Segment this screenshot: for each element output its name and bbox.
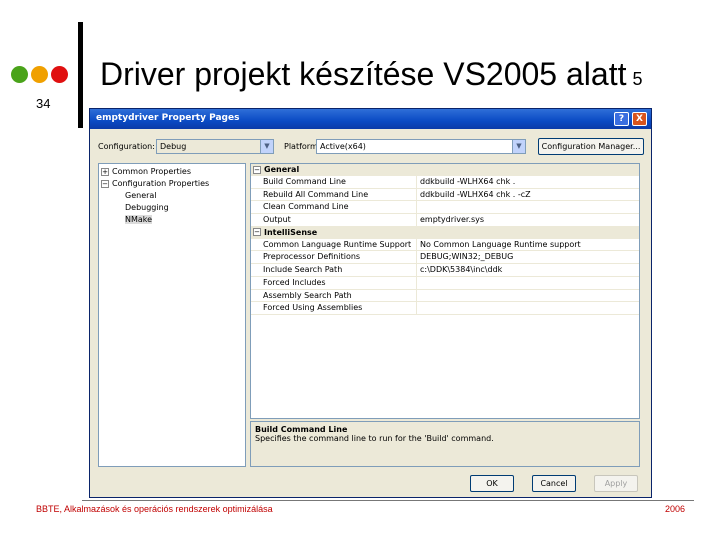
ok-button[interactable]: OK (470, 475, 514, 492)
property-row[interactable]: Build Command Line ddkbuild -WLHX64 chk … (251, 176, 639, 189)
property-value[interactable]: ddkbuild -WLHX64 chk . -cZ (417, 189, 639, 201)
cancel-button[interactable]: Cancel (532, 475, 576, 492)
platform-label: Platform: (284, 142, 321, 151)
slide-bullet-dots (11, 66, 68, 83)
property-row[interactable]: Common Language Runtime Support No Commo… (251, 238, 639, 252)
property-value[interactable] (417, 302, 639, 314)
property-value[interactable]: emptydriver.sys (417, 214, 639, 226)
property-name: Output (251, 214, 417, 226)
title-divider-bar (78, 22, 83, 128)
collapse-icon[interactable]: − (253, 165, 261, 174)
property-row[interactable]: Include Search Path c:\DDK\5384\inc\ddk (251, 264, 639, 277)
chevron-down-icon: ▼ (260, 140, 273, 153)
apply-button[interactable]: Apply (594, 475, 638, 492)
property-pages-dialog: emptydriver Property Pages ? X Configura… (89, 108, 652, 498)
footer-course-title: BBTE, Alkalmazások és operációs rendszer… (36, 504, 273, 514)
configuration-select[interactable]: Debug ▼ (156, 139, 274, 154)
slide-title-suffix: 5 (632, 69, 643, 89)
property-row[interactable]: Output emptydriver.sys (251, 214, 639, 227)
tree-item-label: NMake (125, 215, 153, 224)
collapse-icon[interactable]: − (253, 228, 261, 237)
configuration-row: Configuration: Debug ▼ Platform: Active(… (98, 138, 646, 155)
dialog-title: emptydriver Property Pages (96, 113, 240, 123)
tree-item-general[interactable]: General (101, 190, 245, 202)
description-panel: Build Command Line Specifies the command… (250, 421, 640, 467)
platform-value: Active(x64) (320, 142, 366, 151)
property-value[interactable] (417, 201, 639, 213)
close-button[interactable]: X (632, 112, 647, 126)
property-row[interactable]: Assembly Search Path (251, 289, 639, 303)
category-label: General (264, 165, 300, 174)
property-name: Include Search Path (251, 264, 417, 276)
slide-number: 34 (36, 96, 51, 111)
property-value[interactable]: ddkbuild -WLHX64 chk . (417, 176, 639, 188)
property-value[interactable] (417, 277, 639, 289)
collapse-icon[interactable]: − (101, 179, 109, 188)
dialog-titlebar[interactable]: emptydriver Property Pages ? X (90, 109, 651, 129)
property-name: Forced Includes (251, 276, 417, 289)
tree-item-label: Common Properties (112, 167, 192, 176)
tree-item-configuration-properties[interactable]: − Configuration Properties (101, 178, 245, 190)
property-grid: − General Build Command Line ddkbuild -WL… (250, 163, 640, 419)
configuration-manager-button[interactable]: Configuration Manager... (538, 138, 644, 155)
property-row[interactable]: Forced Includes (251, 276, 639, 290)
property-row[interactable]: Clean Command Line (251, 201, 639, 215)
property-name: Common Language Runtime Support (251, 238, 417, 251)
green-dot-icon (11, 66, 28, 83)
tree-item-debugging[interactable]: Debugging (101, 202, 245, 214)
red-dot-icon (51, 66, 68, 83)
property-tree: + Common Properties − Configuration Proper… (98, 163, 246, 467)
platform-select[interactable]: Active(x64) ▼ (316, 139, 526, 154)
tree-item-label: General (125, 191, 157, 200)
tree-item-label: Configuration Properties (112, 179, 210, 188)
expand-icon[interactable]: + (101, 167, 109, 176)
help-button[interactable]: ? (614, 112, 629, 126)
property-row[interactable]: Rebuild All Command Line ddkbuild -WLHX6… (251, 188, 639, 202)
property-name: Clean Command Line (251, 201, 417, 214)
category-intellisense[interactable]: − IntelliSense (251, 226, 639, 239)
property-name: Forced Using Assemblies (251, 302, 417, 314)
configuration-value: Debug (160, 142, 187, 151)
property-name: Preprocessor Definitions (251, 251, 417, 264)
property-name: Rebuild All Command Line (251, 188, 417, 201)
description-title: Build Command Line (255, 425, 348, 434)
orange-dot-icon (31, 66, 48, 83)
category-general[interactable]: − General (251, 164, 639, 176)
footer-year: 2006 (665, 504, 686, 514)
chevron-down-icon: ▼ (512, 140, 525, 153)
tree-item-label: Debugging (125, 203, 169, 212)
property-row[interactable]: Preprocessor Definitions DEBUG;WIN32;_DE… (251, 251, 639, 265)
property-value[interactable] (417, 290, 639, 302)
tree-item-nmake[interactable]: NMake (101, 214, 245, 226)
description-text: Specifies the command line to run for th… (255, 434, 494, 443)
property-name: Assembly Search Path (251, 289, 417, 302)
slide-title-text: Driver projekt készítése VS2005 alatt (100, 56, 627, 92)
configuration-label: Configuration: (98, 142, 155, 151)
property-row[interactable]: Forced Using Assemblies (251, 302, 639, 315)
slide-title: Driver projekt készítése VS2005 alatt 5 (100, 56, 642, 93)
property-value[interactable]: No Common Language Runtime support (417, 239, 639, 251)
category-label: IntelliSense (264, 227, 318, 237)
footer-divider (82, 500, 694, 501)
property-value[interactable]: c:\DDK\5384\inc\ddk (417, 264, 639, 276)
tree-item-common-properties[interactable]: + Common Properties (101, 166, 245, 178)
property-value[interactable]: DEBUG;WIN32;_DEBUG (417, 251, 639, 263)
property-name: Build Command Line (251, 176, 417, 188)
